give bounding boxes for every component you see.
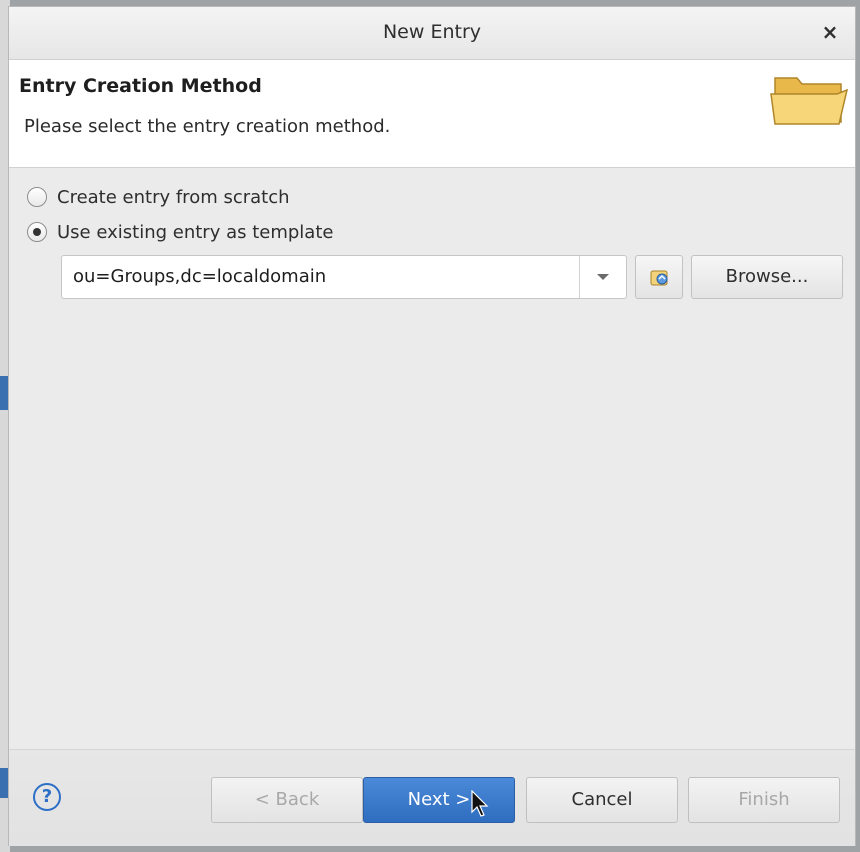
browse-button[interactable]: Browse... (691, 255, 843, 299)
option-label-from-scratch: Create entry from scratch (57, 186, 290, 208)
page-title: Entry Creation Method (19, 75, 262, 97)
background-taskbar-fragment (0, 768, 8, 798)
new-entry-dialog: New Entry × Entry Creation Method Please… (8, 6, 856, 846)
entry-picker-button[interactable] (635, 255, 683, 299)
entry-browse-icon (650, 270, 668, 286)
finish-button[interactable]: Finish (688, 777, 840, 823)
dialog-title: New Entry (382, 21, 482, 43)
next-button[interactable]: Next > (363, 777, 515, 823)
template-dn-combo[interactable]: ou=Groups,dc=localdomain (61, 255, 627, 299)
option-from-scratch[interactable]: Create entry from scratch (27, 184, 290, 210)
radio-from-scratch[interactable] (27, 187, 47, 207)
back-button[interactable]: < Back (211, 777, 363, 823)
radio-use-template[interactable] (27, 222, 47, 242)
cancel-button[interactable]: Cancel (526, 777, 678, 823)
background-selection (0, 376, 8, 410)
wizard-header: Entry Creation Method Please select the … (9, 60, 855, 168)
option-label-use-template: Use existing entry as template (57, 221, 334, 243)
help-icon[interactable]: ? (33, 783, 61, 811)
mouse-cursor-icon (471, 790, 489, 817)
template-dn-input[interactable]: ou=Groups,dc=localdomain (73, 266, 326, 287)
page-description: Please select the entry creation method. (24, 116, 391, 137)
option-use-template[interactable]: Use existing entry as template (27, 219, 333, 245)
wizard-footer: ? < Back Next > Cancel Finish (9, 750, 855, 846)
folder-icon (770, 77, 849, 125)
dialog-titlebar[interactable]: New Entry × (9, 7, 855, 60)
chevron-down-icon[interactable] (579, 256, 626, 298)
close-button[interactable]: × (819, 21, 841, 43)
